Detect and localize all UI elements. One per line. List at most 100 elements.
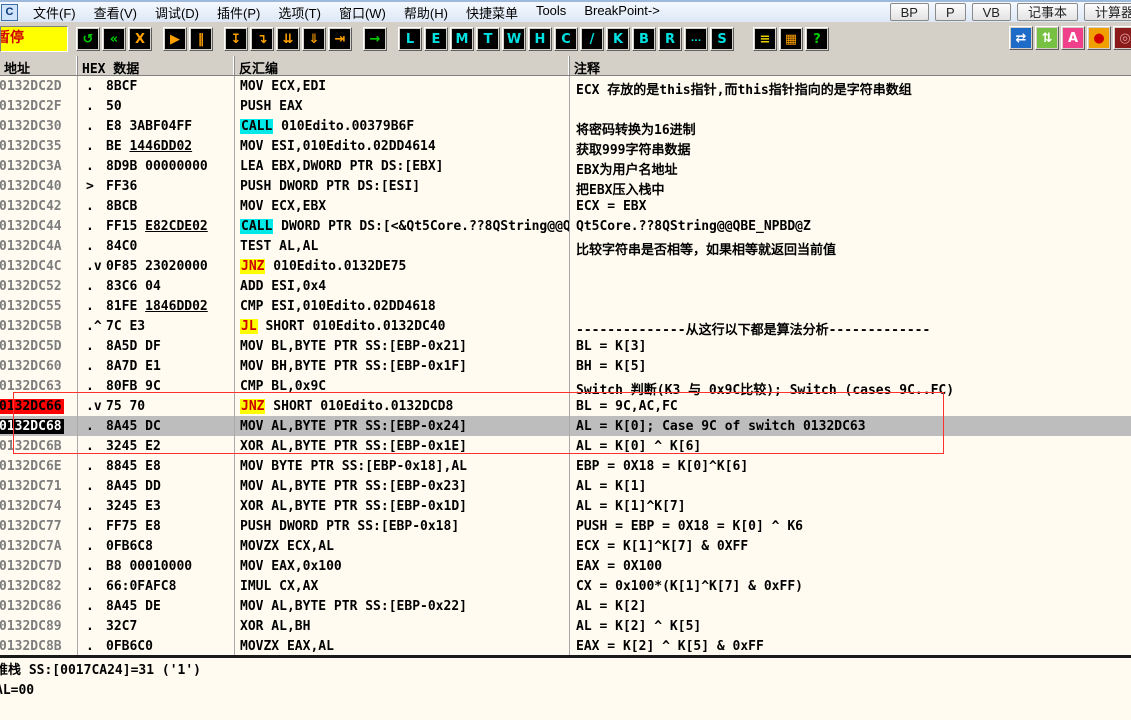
table-row[interactable]: 0132DC4A.84C0TEST AL,AL比较字符串是否相等，如果相等就返回…	[0, 236, 1131, 256]
address-value: 0132DC7A	[0, 539, 64, 554]
menu-item-5[interactable]: 窗口(W)	[330, 2, 395, 22]
p-button[interactable]: P	[935, 3, 966, 21]
mnemonic: MOV	[240, 479, 263, 494]
toolbar-group-0: ↺«X	[76, 27, 154, 51]
table-row[interactable]: 0132DC55.81FE 1846DD02CMP ESI,010Edito.0…	[0, 296, 1131, 316]
bp-button[interactable]: BP	[890, 3, 929, 21]
table-row[interactable]: 0132DC60.8A7D E1MOV BH,BYTE PTR SS:[EBP-…	[0, 356, 1131, 376]
cpu-window-icon: C	[1, 4, 18, 21]
menu-item-7[interactable]: 快捷菜单	[457, 2, 527, 22]
row-marker: .	[78, 276, 106, 296]
updown-arrows-button[interactable]: ⇅	[1035, 26, 1059, 50]
breakpoints-window-button[interactable]: B	[632, 27, 656, 51]
table-row[interactable]: 0132DC77.FF75 E8PUSH DWORD PTR SS:[EBP-0…	[0, 516, 1131, 536]
table-row[interactable]: 0132DC52.83C6 04ADD ESI,0x4	[0, 276, 1131, 296]
menu-items: 文件(F)查看(V)调试(D)插件(P)选项(T)窗口(W)帮助(H)快捷菜单T…	[24, 2, 669, 22]
menu-item-6[interactable]: 帮助(H)	[395, 2, 457, 22]
table-row[interactable]: 0132DC63.80FB 9CCMP BL,0x9CSwitch 判断(K3 …	[0, 376, 1131, 396]
table-row[interactable]: 0132DC30.E8 3ABF04FFCALL 010Edito.00379B…	[0, 116, 1131, 136]
threads-window-button[interactable]: T	[476, 27, 500, 51]
help-button[interactable]: ?	[805, 27, 829, 51]
menu-item-3[interactable]: 插件(P)	[208, 2, 269, 22]
references-window-button[interactable]: R	[658, 27, 682, 51]
run-trace-window-button[interactable]: ...	[684, 27, 708, 51]
row-marker: .	[78, 616, 106, 636]
execute-till-return-button[interactable]: ⇥	[328, 27, 352, 51]
log-window-button[interactable]: L	[398, 27, 422, 51]
calculator-button[interactable]: 计算器	[1084, 3, 1131, 21]
table-row[interactable]: 0132DC86.8A45 DEMOV AL,BYTE PTR SS:[EBP-…	[0, 596, 1131, 616]
table-row[interactable]: 0132DC3A.8D9B 00000000LEA EBX,DWORD PTR …	[0, 156, 1131, 176]
call-stack-window-button[interactable]: K	[606, 27, 630, 51]
windows-window-button[interactable]: W	[502, 27, 526, 51]
toolbar-groups: ↺«X ▶‖ ↧↴⇊⇓⇥ → LEMTWHC/KBR...S ≡▦?	[76, 27, 840, 51]
animate-into-button[interactable]: ⇊	[276, 27, 300, 51]
row-marker: .	[78, 96, 106, 116]
cpu-window-button[interactable]: C	[554, 27, 578, 51]
animate-into-icon: ⇊	[278, 29, 298, 49]
restart-button[interactable]: ↺	[76, 27, 100, 51]
source-window-button[interactable]: S	[710, 27, 734, 51]
step-into-button[interactable]: ↧	[224, 27, 248, 51]
table-row[interactable]: 0132DC42.8BCBMOV ECX,EBXECX = EBX	[0, 196, 1131, 216]
menu-item-0[interactable]: 文件(F)	[24, 2, 85, 22]
vb-button[interactable]: VB	[972, 3, 1011, 21]
table-row[interactable]: 0132DC71.8A45 DDMOV AL,BYTE PTR SS:[EBP-…	[0, 476, 1131, 496]
swap-arrows-button[interactable]: ⇄	[1009, 26, 1033, 50]
target-button[interactable]: ◎	[1113, 26, 1131, 50]
table-row[interactable]: 0132DC40>FF36PUSH DWORD PTR DS:[ESI]把EBX…	[0, 176, 1131, 196]
table-row[interactable]: 0132DC2D.8BCFMOV ECX,EDIECX 存放的是this指针,而…	[0, 76, 1131, 96]
row-marker: .^	[78, 316, 106, 336]
step-over-button[interactable]: ↴	[250, 27, 274, 51]
table-row[interactable]: 0132DC2F.50PUSH EAX	[0, 96, 1131, 116]
record-button[interactable]: ●	[1087, 26, 1111, 50]
menu-item-2[interactable]: 调试(D)	[146, 2, 208, 22]
table-row[interactable]: 0132DC66.v75 70JNZ SHORT 010Edito.0132DC…	[0, 396, 1131, 416]
table-row[interactable]: 0132DC35.BE 1446DD02MOV ESI,010Edito.02D…	[0, 136, 1131, 156]
column-header-3[interactable]: 注释	[570, 56, 1131, 75]
goto-address-button[interactable]: →	[363, 27, 387, 51]
letter-a-button[interactable]: A	[1061, 26, 1085, 50]
table-row[interactable]: 0132DC6B.3245 E2XOR AL,BYTE PTR SS:[EBP-…	[0, 436, 1131, 456]
table-row[interactable]: 0132DC7A.0FB6C8MOVZX ECX,ALECX = K[1]^K[…	[0, 536, 1131, 556]
patches-window-button[interactable]: /	[580, 27, 604, 51]
register-info-line: AL=00	[0, 681, 1131, 701]
operands: EBX,DWORD PTR DS:[EBX]	[263, 159, 443, 174]
run-button[interactable]: ▶	[163, 27, 187, 51]
column-header-1[interactable]: HEX 数据	[78, 56, 235, 75]
step-back-button[interactable]: «	[102, 27, 126, 51]
menu-item-1[interactable]: 查看(V)	[85, 2, 146, 22]
table-row[interactable]: 0132DC7D.B8 00010000MOV EAX,0x100EAX = 0…	[0, 556, 1131, 576]
pause-button[interactable]: ‖	[189, 27, 213, 51]
table-row[interactable]: 0132DC5D.8A5D DFMOV BL,BYTE PTR SS:[EBP-…	[0, 336, 1131, 356]
table-row[interactable]: 0132DC82.66:0FAFC8IMUL CX,AXCX = 0x100*(…	[0, 576, 1131, 596]
options-button[interactable]: ▦	[779, 27, 803, 51]
comment-cell: 将密码转换为16进制	[570, 116, 1131, 136]
notepad-button[interactable]: 记事本	[1017, 3, 1078, 21]
memory-window-button[interactable]: M	[450, 27, 474, 51]
menu-item-9[interactable]: BreakPoint->	[575, 2, 669, 22]
table-row[interactable]: 0132DC5B.^7C E3JL SHORT 010Edito.0132DC4…	[0, 316, 1131, 336]
table-row[interactable]: 0132DC74.3245 E3XOR AL,BYTE PTR SS:[EBP-…	[0, 496, 1131, 516]
address-cell: 0132DC5B	[0, 316, 78, 336]
menu-item-4[interactable]: 选项(T)	[269, 2, 330, 22]
column-header-0[interactable]: 地址	[0, 56, 78, 75]
mnemonic: TEST	[240, 239, 271, 254]
address-value: 0132DC2F	[0, 99, 64, 114]
appearance-button[interactable]: ≡	[753, 27, 777, 51]
handles-window-button[interactable]: H	[528, 27, 552, 51]
comment-cell: BH = K[5]	[570, 356, 1131, 376]
table-row[interactable]: 0132DC6E.8845 E8MOV BYTE PTR SS:[EBP-0x1…	[0, 456, 1131, 476]
table-row[interactable]: 0132DC4C.v0F85 23020000JNZ 010Edito.0132…	[0, 256, 1131, 276]
close-button[interactable]: X	[128, 27, 152, 51]
table-row[interactable]: 0132DC44.FF15 E82CDE02CALL DWORD PTR DS:…	[0, 216, 1131, 236]
table-row[interactable]: 0132DC89.32C7XOR AL,BHAL = K[2] ^ K[5]	[0, 616, 1131, 636]
table-row[interactable]: 0132DC8B.0FB6C0MOVZX EAX,ALEAX = K[2] ^ …	[0, 636, 1131, 656]
animate-over-button[interactable]: ⇓	[302, 27, 326, 51]
menu-item-8[interactable]: Tools	[527, 2, 575, 22]
operands: ECX,EDI	[263, 79, 326, 94]
table-row[interactable]: 0132DC68.8A45 DCMOV AL,BYTE PTR SS:[EBP-…	[0, 416, 1131, 436]
column-header-2[interactable]: 反汇编	[235, 56, 570, 75]
executables-window-button[interactable]: E	[424, 27, 448, 51]
address-value: 0132DC5D	[0, 339, 64, 354]
